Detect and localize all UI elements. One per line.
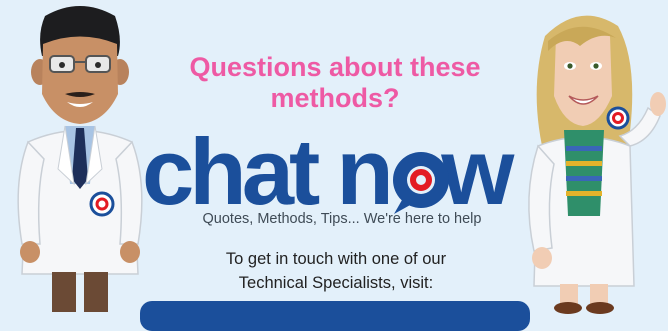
chat-now-logo-text: chat now	[142, 124, 515, 216]
tagline: Quotes, Methods, Tips... We're here to h…	[202, 211, 482, 227]
contact-line-2: Technical Specialists, visit:	[238, 274, 434, 292]
chat-now-banner: Questions about these methods? chat now …	[0, 0, 668, 331]
contact-line-1: To get in touch with one of our	[225, 250, 447, 268]
p-logo-badge-icon	[89, 191, 115, 217]
question-heading: Questions about these methods?	[189, 52, 481, 113]
contact-text: To get in touch with one of our Technica…	[200, 247, 472, 295]
p-logo-badge-icon	[606, 106, 630, 130]
chat-now-logo[interactable]: chat now	[142, 124, 527, 216]
male-technician-illustration	[10, 0, 150, 319]
visit-link-button[interactable]	[140, 301, 530, 331]
female-technician-illustration	[520, 0, 668, 321]
